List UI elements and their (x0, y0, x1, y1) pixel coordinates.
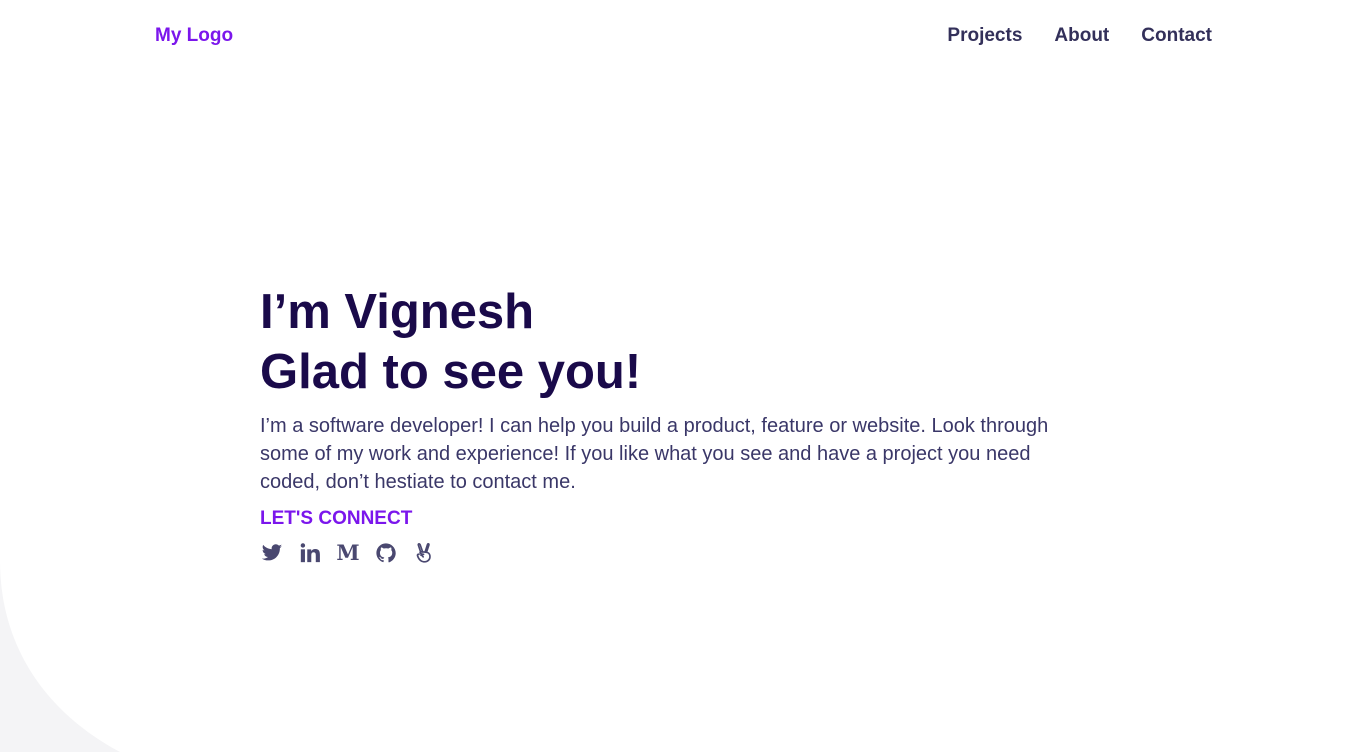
logo-link[interactable]: My Logo (155, 25, 233, 47)
social-links: M (260, 541, 1060, 565)
nav-link-projects[interactable]: Projects (947, 25, 1022, 47)
nav-links: Projects About Contact (947, 25, 1212, 47)
navbar: My Logo Projects About Contact (155, 22, 1212, 50)
lets-connect-link[interactable]: LET'S CONNECT (260, 508, 412, 530)
nav-link-contact[interactable]: Contact (1141, 25, 1212, 47)
page: My Logo Projects About Contact I’m Vigne… (0, 0, 1348, 752)
hero-title: I’m Vignesh Glad to see you! (260, 282, 1060, 402)
medium-glyph: M (336, 540, 360, 565)
linkedin-icon[interactable] (298, 541, 322, 565)
nav-link-about[interactable]: About (1054, 25, 1109, 47)
angellist-icon[interactable] (412, 541, 436, 565)
medium-icon[interactable]: M (336, 541, 360, 565)
hero-section: I’m Vignesh Glad to see you! I’m a softw… (260, 282, 1060, 565)
github-icon[interactable] (374, 541, 398, 565)
twitter-icon[interactable] (260, 541, 284, 565)
hero-description: I’m a software developer! I can help you… (260, 415, 1049, 493)
hero-title-line2: Glad to see you! (260, 345, 642, 399)
hero-title-line1: I’m Vignesh (260, 285, 535, 339)
